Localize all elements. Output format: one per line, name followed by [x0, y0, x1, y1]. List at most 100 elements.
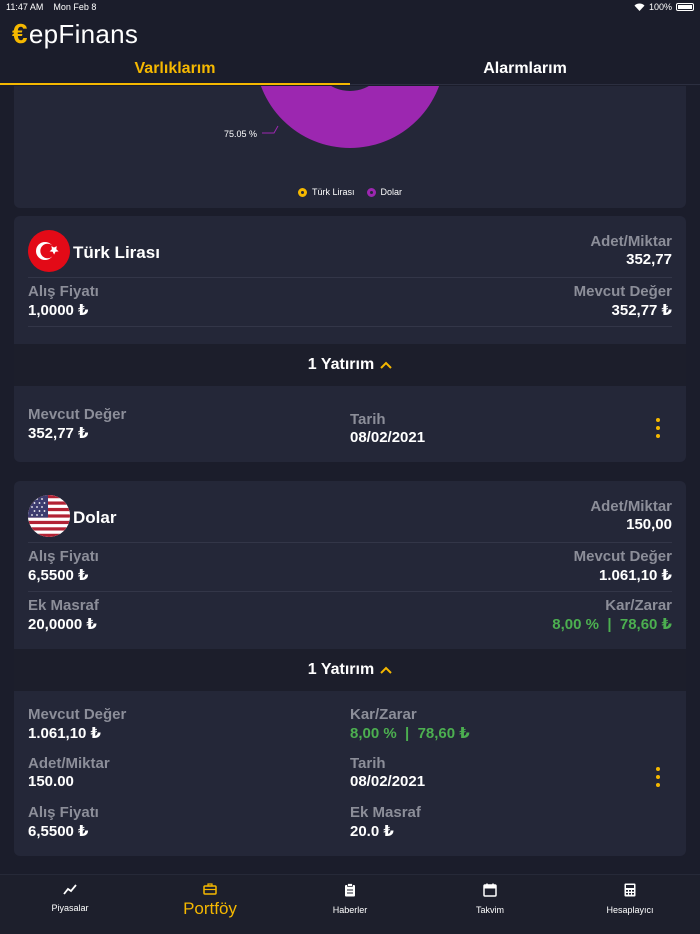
inv-mevcut-value: 1.061,10 ₺ — [28, 725, 101, 742]
adet-block: Adet/Miktar 150,00 — [590, 498, 672, 533]
investments-toggle[interactable]: 1 Yatırım — [14, 649, 686, 691]
tab-alarmlarim[interactable]: Alarmlarım — [350, 54, 700, 84]
inv-mevcut-value: 352,77 ₺ — [28, 425, 89, 442]
legend-label: Türk Lirası — [311, 187, 355, 197]
inv-adet-label: Adet/Miktar — [28, 755, 110, 772]
pie-slice-label: 75.05 % — [224, 129, 257, 139]
more-options-icon[interactable] — [655, 418, 661, 438]
asset-card-dolar: Dolar Adet/Miktar 150,00 Alış Fiyatı 6,5… — [14, 481, 686, 856]
alis-block: Alış Fiyatı 1,0000 ₺ — [28, 283, 99, 319]
inv-alis-label: Alış Fiyatı — [28, 804, 99, 821]
inv-tarih-value: 08/02/2021 — [350, 429, 426, 446]
battery-icon — [676, 3, 694, 11]
adet-label: Adet/Miktar — [590, 233, 672, 250]
legend-dot-dolar — [366, 187, 376, 197]
nav-label: Portföy — [183, 899, 237, 918]
briefcase-icon — [203, 883, 217, 895]
inv-mevcut-label: Mevcut Değer — [28, 406, 127, 423]
inv-tarih-block: Tarih 08/02/2021 — [350, 411, 425, 446]
status-time: 11:47 AM — [6, 2, 44, 12]
wifi-icon — [634, 3, 645, 11]
alis-label: Alış Fiyatı — [28, 283, 99, 300]
masraf-label: Ek Masraf — [28, 597, 99, 614]
status-bar: 11:47 AM Mon Feb 8 100% — [0, 0, 700, 14]
alis-label: Alış Fiyatı — [28, 548, 99, 565]
inv-alis-block: Alış Fiyatı 6,5500 ₺ — [28, 804, 99, 840]
nav-label: Hesaplayıcı — [606, 905, 654, 915]
legend-item-dolar[interactable]: Dolar — [366, 187, 403, 197]
more-options-icon[interactable] — [655, 767, 661, 787]
nav-label: Piyasalar — [51, 903, 89, 913]
logo-text: epFinans — [28, 18, 139, 49]
pie-slice-dolar[interactable] — [255, 86, 445, 148]
adet-label: Adet/Miktar — [590, 498, 672, 515]
status-date: Mon Feb 8 — [53, 2, 97, 12]
divider — [28, 277, 672, 278]
inv-masraf-label: Ek Masraf — [350, 804, 421, 821]
legend-item-turk-lirasi[interactable]: Türk Lirası — [297, 187, 355, 197]
inv-mevcut-label: Mevcut Değer — [28, 706, 127, 723]
investments-toggle[interactable]: 1 Yatırım — [14, 344, 686, 386]
mevcut-value: 352,77 ₺ — [611, 302, 672, 319]
inv-mevcut-block: Mevcut Değer 352,77 ₺ — [28, 406, 126, 442]
inv-masraf-block: Ek Masraf 20.0 ₺ — [350, 804, 421, 840]
masraf-value: 20,0000 ₺ — [28, 616, 97, 633]
tab-bar: Varlıklarım Alarmlarım — [0, 54, 700, 85]
bottom-nav: Piyasalar Portföy Haberler Takvim Hesapl… — [0, 874, 700, 934]
adet-value: 352,77 — [626, 251, 672, 268]
nav-item-hesaplayici[interactable]: Hesaplayıcı — [560, 875, 700, 934]
nav-item-takvim[interactable]: Takvim — [420, 875, 560, 934]
mevcut-block: Mevcut Değer 352,77 ₺ — [574, 283, 672, 319]
investments-count: 1 Yatırım — [307, 356, 375, 373]
calendar-icon — [483, 883, 497, 897]
inv-adet-block: Adet/Miktar 150.00 — [28, 755, 110, 790]
inv-tarih-value: 08/02/2021 — [350, 773, 426, 790]
alis-value: 6,5500 ₺ — [28, 567, 89, 584]
inv-kar-value: 8,00 % | 78,60 ₺ — [350, 725, 470, 742]
adet-block: Adet/Miktar 352,77 — [590, 233, 672, 268]
logo-euro-icon: € — [12, 18, 28, 49]
calculator-icon — [624, 883, 636, 897]
investments-count: 1 Yatırım — [307, 661, 375, 678]
chart-legend: Türk Lirası Dolar — [14, 187, 686, 197]
kar-block: Kar/Zarar 8,00 % | 78,60 ₺ — [552, 597, 672, 633]
chevron-up-icon — [380, 361, 392, 369]
kar-label: Kar/Zarar — [605, 597, 672, 614]
legend-label: Dolar — [380, 187, 403, 197]
inv-tarih-label: Tarih — [350, 755, 386, 772]
nav-item-portfoy[interactable]: Portföy — [140, 875, 280, 934]
pie-chart: 75.05 % — [224, 86, 445, 148]
inv-kar-block: Kar/Zarar 8,00 % | 78,60 ₺ — [350, 706, 470, 742]
mevcut-label: Mevcut Değer — [573, 548, 672, 565]
battery-percent: 100% — [648, 2, 672, 12]
chevron-up-icon — [380, 666, 392, 674]
divider — [28, 326, 672, 327]
mevcut-block: Mevcut Değer 1.061,10 ₺ — [574, 548, 672, 584]
kar-value: 8,00 % | 78,60 ₺ — [552, 616, 672, 633]
mevcut-label: Mevcut Değer — [573, 283, 672, 300]
inv-kar-label: Kar/Zarar — [350, 706, 417, 723]
alis-block: Alış Fiyatı 6,5500 ₺ — [28, 548, 99, 584]
adet-value: 150,00 — [626, 516, 672, 533]
masraf-block: Ek Masraf 20,0000 ₺ — [28, 597, 99, 633]
asset-name: Türk Lirası — [73, 243, 160, 262]
clipboard-icon — [345, 883, 355, 897]
legend-dot-turk-lirasi — [297, 187, 307, 197]
usa-flag-icon — [28, 495, 70, 537]
nav-label: Takvim — [475, 905, 504, 915]
asset-name: Dolar — [73, 508, 117, 527]
tab-varliklarim[interactable]: Varlıklarım — [0, 54, 350, 85]
inv-masraf-value: 20.0 ₺ — [350, 823, 394, 840]
portfolio-chart-card: 75.05 % Türk Lirası Dolar — [14, 86, 686, 208]
divider — [28, 542, 672, 543]
app-logo: € epFinans — [12, 18, 138, 50]
nav-item-haberler[interactable]: Haberler — [280, 875, 420, 934]
inv-tarih-label: Tarih — [350, 411, 386, 428]
divider — [28, 591, 672, 592]
asset-card-turk-lirasi: Türk Lirası Adet/Miktar 352,77 Alış Fiya… — [14, 216, 686, 462]
turkey-flag-icon — [28, 230, 70, 272]
inv-alis-value: 6,5500 ₺ — [28, 823, 89, 840]
alis-value: 1,0000 ₺ — [28, 302, 89, 319]
nav-item-piyasalar[interactable]: Piyasalar — [0, 875, 140, 934]
inv-adet-value: 150.00 — [28, 773, 74, 790]
